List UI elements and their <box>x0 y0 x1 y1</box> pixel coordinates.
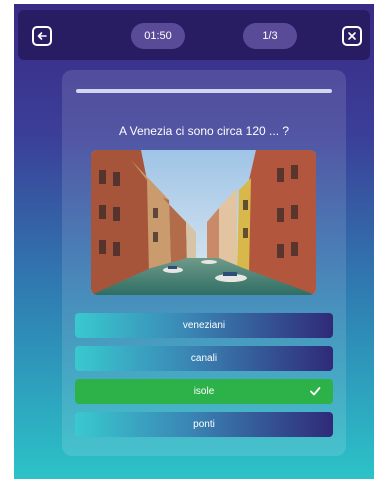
question-text: A Venezia ci sono circa 120 ... ? <box>118 124 290 138</box>
answer-option-4[interactable]: ponti <box>75 412 333 437</box>
progress-fill <box>76 89 332 93</box>
answer-label: ponti <box>193 419 215 430</box>
answer-label: veneziani <box>182 320 226 331</box>
timer: 01:50 <box>131 23 185 49</box>
close-icon <box>348 32 356 40</box>
answer-label: canali <box>190 353 218 364</box>
arrow-left-icon <box>37 32 47 40</box>
question-counter: 1/3 <box>243 23 297 49</box>
question-image <box>91 150 316 295</box>
venice-canal-image <box>91 150 316 295</box>
answer-label: isole <box>193 386 215 397</box>
close-button[interactable] <box>342 26 362 46</box>
answer-option-1[interactable]: veneziani <box>75 313 333 338</box>
check-icon <box>310 387 321 396</box>
question-card: A Venezia ci sono circa 120 ... ? venezi… <box>62 70 346 456</box>
answer-option-2[interactable]: canali <box>75 346 333 371</box>
progress-bar <box>76 89 332 93</box>
answer-option-3-correct[interactable]: isole <box>75 379 333 404</box>
back-button[interactable] <box>32 26 52 46</box>
top-bar: 01:50 1/3 <box>18 10 370 60</box>
quiz-screen: 01:50 1/3 A Venezia ci sono circa 120 ..… <box>14 4 374 479</box>
